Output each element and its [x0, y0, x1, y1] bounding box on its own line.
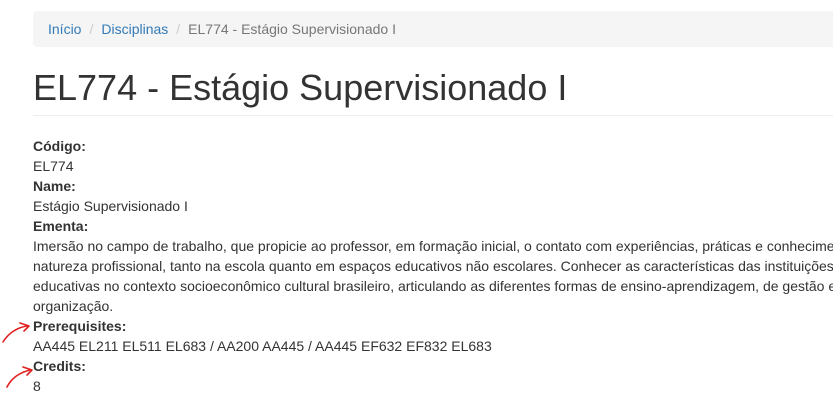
prerequisites-label: Prerequisites: — [33, 318, 127, 334]
breadcrumb-current: EL774 - Estágio Supervisionado I — [188, 21, 396, 37]
course-details: Código: EL774 Name: Estágio Supervisiona… — [33, 136, 833, 396]
ementa-label: Ementa: — [33, 218, 89, 234]
breadcrumb-link-inicio[interactable]: Início — [48, 21, 81, 37]
ementa-value: Imersão no campo de trabalho, que propic… — [33, 236, 833, 316]
breadcrumb-link-disciplinas[interactable]: Disciplinas — [101, 21, 168, 37]
credits-label: Credits: — [33, 358, 86, 374]
name-label: Name: — [33, 178, 76, 194]
page: Início / Disciplinas / EL774 - Estágio S… — [0, 0, 833, 418]
ementa-line: organização. — [33, 298, 114, 314]
title-divider — [33, 115, 833, 116]
ementa-line: natureza profissional, tanto na escola q… — [33, 258, 833, 274]
breadcrumb-separator: / — [176, 21, 181, 37]
code-label: Código: — [33, 138, 86, 154]
ementa-line: Imersão no campo de trabalho, que propic… — [33, 238, 833, 254]
annotation-arrow-icon — [6, 366, 33, 388]
breadcrumb: Início / Disciplinas / EL774 - Estágio S… — [33, 11, 833, 47]
breadcrumb-separator: / — [89, 21, 94, 37]
credits-value: 8 — [33, 378, 41, 394]
ementa-line: educativas no contexto socioeconômico cu… — [33, 278, 833, 294]
code-value: EL774 — [33, 158, 74, 174]
prerequisites-value: AA445 EL211 EL511 EL683 / AA200 AA445 / … — [33, 338, 492, 354]
page-title: EL774 - Estágio Supervisionado I — [33, 67, 568, 108]
name-value: Estágio Supervisionado I — [33, 198, 188, 214]
annotation-arrow-icon — [2, 322, 30, 343]
